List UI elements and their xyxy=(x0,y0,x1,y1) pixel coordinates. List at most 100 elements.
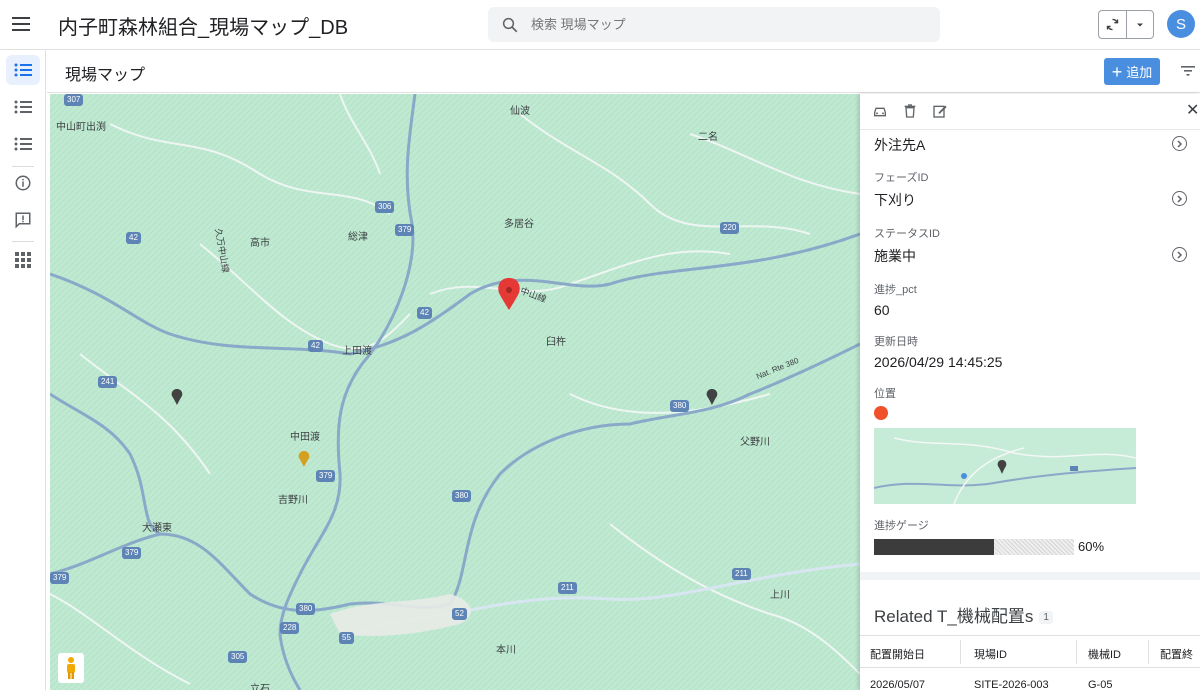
place-label: 大瀬東 xyxy=(142,523,172,534)
menu-icon[interactable] xyxy=(12,14,34,34)
feedback-icon xyxy=(15,212,31,229)
table-row[interactable]: 2026/05/07 SITE-2026-003 G-05 xyxy=(860,669,1200,690)
gauge-label: 進捗ゲージ xyxy=(874,520,929,532)
place-label: 二名 xyxy=(698,132,718,143)
route-shield: 379 xyxy=(50,572,70,584)
car-icon[interactable] xyxy=(872,103,888,119)
nav-info[interactable] xyxy=(6,168,40,198)
updated-label: 更新日時 xyxy=(874,336,918,348)
open-contractor-button[interactable] xyxy=(1172,136,1187,151)
route-shield: 380 xyxy=(670,400,690,412)
left-nav xyxy=(0,50,46,690)
app-title: 内子町森林組合_現場マップ_DB xyxy=(58,17,349,39)
updated-value: 2026/04/29 14:45:25 xyxy=(874,354,1003,370)
open-status-button[interactable] xyxy=(1172,247,1187,262)
grid-icon xyxy=(15,252,31,268)
plus-icon: + xyxy=(1111,61,1123,82)
place-label: 上田渡 xyxy=(342,346,372,357)
related-section: Related T_機械配置s 1 配置開始日 現場ID 機械ID 配置終 202… xyxy=(860,572,1200,690)
nav-list-3[interactable] xyxy=(6,129,40,159)
table-header: 配置開始日 現場ID 機械ID 配置終 xyxy=(860,635,1200,668)
progress-label: 進捗_pct xyxy=(874,284,917,296)
sync-dropdown-button[interactable] xyxy=(1127,11,1154,38)
phase-label: フェーズID xyxy=(874,172,929,184)
route-shield: 379 xyxy=(395,224,415,236)
place-label: 高市 xyxy=(250,238,270,249)
place-label: 臼杵 xyxy=(546,337,566,348)
nav-list-2[interactable] xyxy=(6,92,40,122)
close-icon[interactable]: ✕ xyxy=(1186,100,1199,120)
location-color-dot xyxy=(874,406,888,420)
filter-icon[interactable] xyxy=(1180,64,1196,78)
location-mini-map[interactable] xyxy=(874,428,1136,504)
search-input[interactable] xyxy=(531,17,891,32)
caret-down-icon xyxy=(1136,23,1143,26)
map-view[interactable]: 仙波 二名 中山町出渕 多居谷 高市 総津 上田渡 臼杵 中田渡 父野川 吉野川… xyxy=(50,94,860,690)
page-title: 現場マップ xyxy=(65,67,146,84)
status-label: ステータスID xyxy=(874,228,940,240)
column-divider xyxy=(960,640,961,664)
route-shield: 42 xyxy=(308,340,323,352)
route-shield: 220 xyxy=(720,222,740,234)
edit-icon[interactable] xyxy=(932,103,948,119)
route-shield: 42 xyxy=(126,232,141,244)
chevron-right-icon xyxy=(1177,194,1183,203)
place-label: 中田渡 xyxy=(290,432,320,443)
mini-map-terrain xyxy=(874,428,1136,504)
open-phase-button[interactable] xyxy=(1172,191,1187,206)
sync-button[interactable] xyxy=(1099,11,1127,38)
sync-control xyxy=(1098,10,1154,39)
progress-gauge-fill xyxy=(874,539,994,555)
nav-list-1[interactable] xyxy=(6,55,40,85)
table-cell: 2026/05/07 xyxy=(870,679,926,690)
list-icon xyxy=(14,63,32,77)
search-bar[interactable] xyxy=(488,7,940,42)
column-header[interactable]: 現場ID xyxy=(974,646,1007,662)
nav-feedback[interactable] xyxy=(6,205,40,235)
route-shield: 306 xyxy=(375,201,395,213)
delete-icon[interactable] xyxy=(902,103,918,119)
avatar[interactable]: S xyxy=(1167,10,1195,38)
info-icon xyxy=(15,175,31,191)
table-cell: G-05 xyxy=(1088,679,1113,690)
place-label: 総津 xyxy=(348,232,368,243)
nav-apps[interactable] xyxy=(6,245,40,275)
related-count-badge: 1 xyxy=(1039,611,1053,625)
route-shield: 211 xyxy=(732,568,751,580)
pegman-icon xyxy=(67,657,75,679)
related-title-text: Related T_機械配置s xyxy=(874,607,1034,626)
gauge-percent: 60% xyxy=(1078,539,1105,554)
location-label: 位置 xyxy=(874,388,896,400)
place-label: 上川 xyxy=(770,590,790,601)
table-cell: SITE-2026-003 xyxy=(974,679,1049,690)
route-shield: 380 xyxy=(296,603,316,615)
column-header[interactable]: 機械ID xyxy=(1088,646,1121,662)
route-shield: 307 xyxy=(64,94,84,106)
place-label: 吉野川 xyxy=(278,495,308,506)
add-button[interactable]: + 追加 xyxy=(1104,58,1160,85)
route-shield: 379 xyxy=(122,547,142,559)
sync-icon xyxy=(1106,18,1118,31)
route-shield: 55 xyxy=(339,632,354,644)
column-header[interactable]: 配置開始日 xyxy=(870,646,925,662)
place-label: 父野川 xyxy=(740,437,770,448)
place-label: 立石 xyxy=(250,684,270,690)
route-shield: 52 xyxy=(452,608,467,620)
column-header[interactable]: 配置終 xyxy=(1160,646,1193,662)
column-divider xyxy=(1076,640,1077,664)
route-shield: 305 xyxy=(228,651,248,663)
map-terrain xyxy=(50,94,860,690)
status-value: 施業中 xyxy=(874,248,916,264)
route-shield: 42 xyxy=(417,307,432,319)
place-label: 本川 xyxy=(496,645,516,656)
route-shield: 379 xyxy=(316,470,336,482)
progress-gauge xyxy=(874,539,1074,555)
related-title: Related T_機械配置s 1 xyxy=(874,602,1053,627)
top-bar: 内子町森林組合_現場マップ_DB S xyxy=(0,0,1200,50)
place-label: 中山町出渕 xyxy=(56,122,106,133)
street-view-button[interactable] xyxy=(58,653,84,683)
search-icon xyxy=(502,17,518,32)
chevron-right-icon xyxy=(1177,250,1183,259)
add-label: 追加 xyxy=(1126,65,1153,80)
route-shield: 211 xyxy=(558,582,577,594)
